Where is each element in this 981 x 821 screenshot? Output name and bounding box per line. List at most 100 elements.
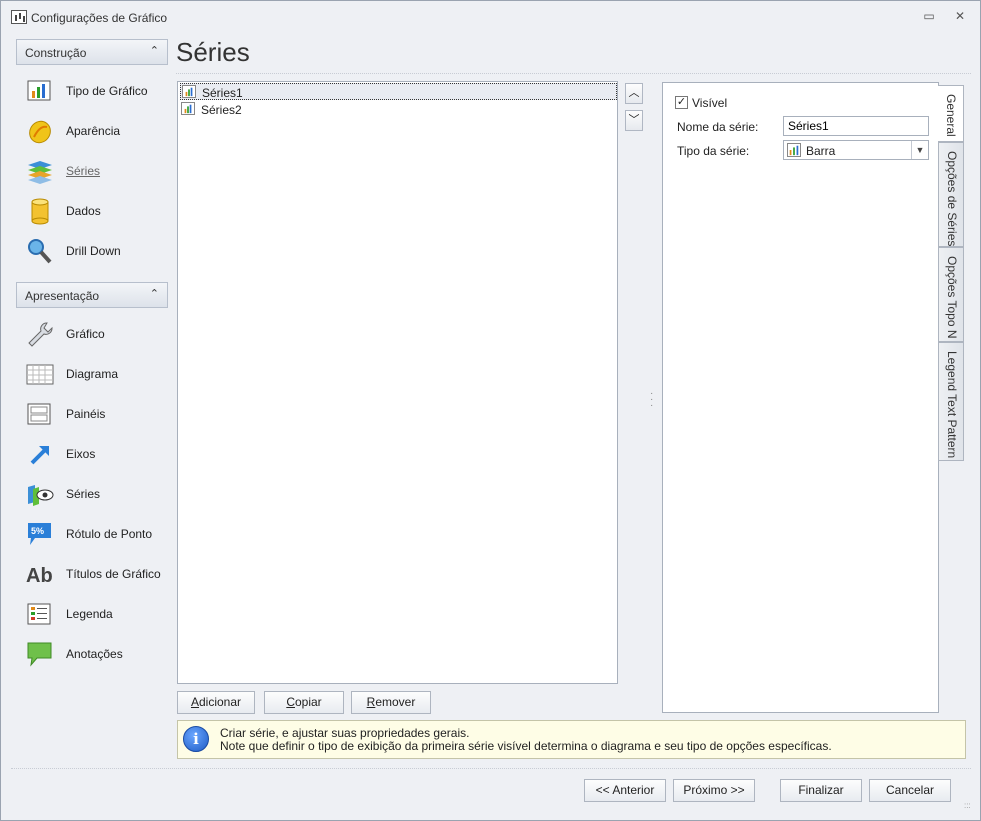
tab-opcoes-topo-n[interactable]: Opções Topo N	[938, 247, 964, 342]
nav-label: Dados	[66, 204, 101, 218]
chevron-up-icon: ︿	[628, 87, 640, 99]
info-line-2: Note que definir o tipo de exibição da p…	[220, 739, 832, 753]
tab-general[interactable]: General	[938, 85, 964, 142]
apresentacao-group-header[interactable]: Apresentação ⌃	[16, 282, 168, 308]
title-bar: Configurações de Gráfico ▭ ✕	[1, 1, 980, 31]
svg-text:Ab: Ab	[26, 565, 53, 587]
drill-down-icon	[28, 239, 52, 264]
bar-chart-icon	[787, 143, 801, 157]
panes-icon	[27, 403, 51, 425]
nav-item-dados[interactable]: Dados	[25, 195, 170, 227]
nav-item-series[interactable]: Séries	[25, 155, 170, 187]
legend-icon	[27, 603, 51, 625]
nav-item-rotulo-de-ponto[interactable]: 5% Rótulo de Ponto	[25, 518, 170, 550]
tab-label: Opções de Séries	[945, 151, 959, 247]
remove-button[interactable]: Remover	[351, 691, 431, 714]
nav-item-anotacoes[interactable]: Anotações	[25, 638, 170, 670]
list-item-label: Séries1	[202, 86, 243, 100]
bar-chart-icon	[181, 102, 195, 115]
close-icon[interactable]: ✕	[952, 9, 968, 23]
chevron-down-icon: ﹀	[628, 114, 640, 126]
data-icon	[31, 198, 49, 225]
copy-button-accel: C	[286, 695, 295, 709]
move-up-button[interactable]: ︿	[625, 83, 643, 104]
chart-type-icon	[27, 80, 51, 101]
move-down-button[interactable]: ﹀	[625, 110, 643, 131]
properties-panel: ✓ Visível Nome da série: Tipo da série: …	[662, 82, 939, 713]
chart-wizard-window: Configurações de Gráfico ▭ ✕ Construção …	[0, 0, 981, 821]
chart-app-icon	[11, 10, 27, 24]
nav-item-aparencia[interactable]: Aparência	[25, 115, 170, 147]
nav-item-grafico[interactable]: Gráfico	[25, 318, 170, 350]
add-button-label: dicionar	[198, 695, 242, 709]
construcao-group-header[interactable]: Construção ⌃	[16, 39, 168, 65]
nav-label: Legenda	[66, 607, 113, 621]
nav-item-legenda[interactable]: Legenda	[25, 598, 170, 630]
nav-item-drill-down[interactable]: Drill Down	[25, 235, 170, 267]
appearance-icon	[29, 120, 51, 144]
info-icon: i	[183, 726, 209, 752]
resize-grip-icon[interactable]: :::	[964, 802, 974, 814]
nav-label: Tipo de Gráfico	[66, 84, 148, 98]
restore-icon[interactable]: ▭	[921, 9, 937, 23]
chevron-up-icon: ⌃	[149, 45, 159, 57]
nav-item-paineis[interactable]: Painéis	[25, 398, 170, 430]
nav-item-eixos[interactable]: Eixos	[25, 438, 170, 470]
remove-button-label: emover	[375, 695, 416, 709]
nav-label: Séries	[66, 487, 101, 501]
chevron-up-icon: ⌃	[149, 288, 159, 300]
page-title: Séries	[176, 37, 250, 67]
nav-label: Gráfico	[66, 327, 105, 341]
nav-item-series-view[interactable]: Séries	[25, 478, 170, 510]
visible-label: Visível	[692, 96, 728, 110]
list-item[interactable]: Séries2	[180, 101, 617, 118]
nav-label: Drill Down	[66, 244, 121, 258]
info-box: i Criar série, e ajustar suas propriedad…	[177, 720, 966, 759]
tab-label: Opções Topo N	[945, 256, 959, 339]
copy-button[interactable]: Copiar	[264, 691, 344, 714]
series-list[interactable]: Séries1 Séries2	[177, 81, 618, 684]
cancel-button[interactable]: Cancelar	[869, 779, 951, 802]
diagram-icon	[26, 364, 54, 385]
series-name-input[interactable]	[783, 116, 929, 136]
group-label: Apresentação	[25, 289, 100, 303]
nav-label: Eixos	[66, 447, 96, 461]
visible-checkbox[interactable]: ✓	[675, 96, 688, 109]
nav-item-titulos-de-grafico[interactable]: Ab Títulos de Gráfico	[25, 558, 170, 590]
next-button[interactable]: Próximo >>	[673, 779, 755, 802]
series-type-value: Barra	[806, 144, 836, 158]
series-icon	[28, 161, 52, 184]
type-label: Tipo da série:	[677, 144, 750, 158]
finish-button[interactable]: Finalizar	[780, 779, 862, 802]
nav-item-tipo-de-grafico[interactable]: Tipo de Gráfico	[25, 75, 170, 107]
nav-label: Aparência	[66, 124, 121, 138]
previous-button[interactable]: << Anterior	[584, 779, 666, 802]
nav-label: Painéis	[66, 407, 106, 421]
window-title: Configurações de Gráfico	[31, 11, 168, 25]
name-label: Nome da série:	[677, 120, 759, 134]
chart-titles-icon: Ab	[26, 565, 53, 587]
header-divider	[176, 73, 971, 74]
dropdown-arrow-icon[interactable]: ▼	[911, 141, 928, 159]
nav-label: Séries	[66, 164, 101, 178]
series-type-select[interactable]: Barra ▼	[783, 140, 929, 160]
nav-label: Rótulo de Ponto	[66, 527, 153, 541]
axes-icon	[30, 446, 49, 465]
copy-button-label: opiar	[294, 695, 322, 709]
nav-label: Anotações	[66, 647, 123, 661]
add-button-accel: A	[190, 695, 199, 709]
splitter-handle[interactable]: · · ·	[650, 389, 654, 411]
bar-chart-icon	[182, 85, 196, 98]
tab-label: Legend Text Pattern	[945, 351, 959, 459]
list-item[interactable]: Séries1	[180, 83, 617, 100]
nav-label: Diagrama	[66, 367, 119, 381]
tab-legend-text-pattern[interactable]: Legend Text Pattern	[938, 342, 964, 461]
list-item-label: Séries2	[201, 103, 242, 117]
svg-text:5%: 5%	[31, 526, 44, 536]
add-button[interactable]: Adicionar	[177, 691, 255, 714]
footer-divider	[11, 768, 971, 769]
nav-label: Títulos de Gráfico	[66, 567, 161, 581]
tab-opcoes-de-series[interactable]: Opções de Séries	[938, 142, 964, 247]
nav-item-diagrama[interactable]: Diagrama	[25, 358, 170, 390]
series-view-icon	[28, 485, 54, 506]
